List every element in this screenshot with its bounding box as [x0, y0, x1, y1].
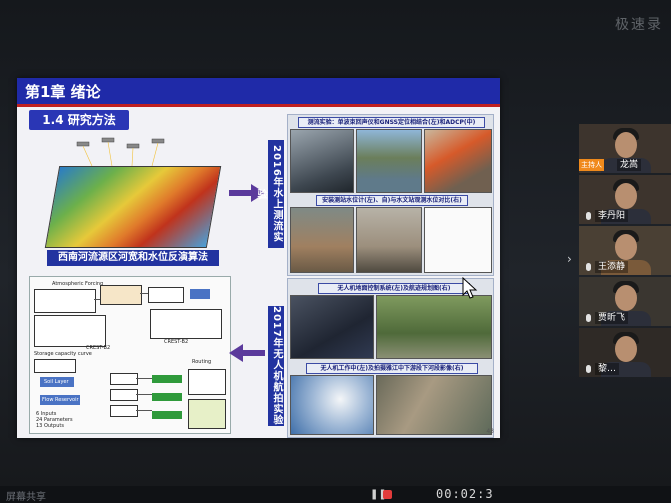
participant-name: 龙嵩	[617, 159, 642, 171]
photo-riverbank	[356, 207, 422, 273]
photo-flight-plan	[376, 295, 492, 359]
arrow-left-icon	[229, 344, 265, 362]
diagram-line	[136, 378, 152, 379]
mouse-cursor-icon	[462, 277, 478, 299]
map-caption: 西南河流源区河宽和水位反演算法	[47, 250, 219, 266]
diagram-green-box	[152, 411, 182, 419]
diagram-box	[188, 399, 226, 429]
diagram-line	[136, 394, 152, 395]
diagram-box	[100, 285, 142, 305]
diagram-blue-box	[190, 289, 210, 299]
bottom-toolbar: 屏幕共享 ❚❚ 00:02:3	[0, 486, 671, 503]
panel-caption: 无人机地面控制系统(左)及航迹规划图(右)	[318, 283, 470, 294]
participant-sidebar: 主持人 龙嵩 李丹阳 王添静 贾昕飞 黎…	[579, 124, 671, 379]
diagram-line	[140, 293, 148, 294]
diagram-label-cbers2: CREST-B2	[86, 345, 111, 351]
avatar	[615, 183, 637, 209]
photo-panel-2017: 无人机地面控制系统(左)及航迹规划图(右) 无人机工作中(左)及拍摄雅江中下游段…	[287, 278, 494, 438]
diagram-label-cbers1: CREST-B2	[164, 339, 189, 345]
participant-name: 李丹阳	[595, 210, 629, 222]
participant-tile[interactable]: 李丹阳	[579, 175, 671, 224]
header-divider	[17, 104, 500, 107]
diagram-label-storage: Storage capacity curve	[34, 351, 92, 357]
photo-drone-sky	[290, 375, 374, 435]
photo-boat-crew	[424, 129, 492, 193]
diagram-box	[34, 315, 106, 347]
screen-share-label[interactable]: 屏幕共享	[6, 488, 46, 503]
avatar	[615, 285, 637, 311]
diagram-line	[94, 299, 100, 300]
diagram-label-reservoir: Flow Reservoir	[42, 397, 79, 403]
banner-2016: 2016年水上测流实验	[255, 140, 284, 248]
diagram-label-soil: Soil Layer	[44, 379, 69, 385]
participant-name: 王添静	[595, 261, 629, 273]
crest-model-diagram: Atmospheric Forcing CREST-B2 Storage cap…	[29, 276, 231, 434]
participant-name: 贾昕飞	[595, 312, 629, 324]
panel-caption: 无人机工作中(左)及拍摄雅江中下游段下河段影像(右)	[306, 363, 478, 374]
diagram-label-routing: Routing	[192, 359, 212, 365]
panel-caption: 测流实验：单波束回声仪和GNSS定位相结合(左)和ADCP(中)	[298, 117, 485, 128]
banner-2017: 2017年无人机航拍实验	[268, 306, 284, 426]
participant-tile[interactable]: 贾昕飞	[579, 277, 671, 326]
diagram-box	[110, 405, 138, 417]
tibet-plateau-map	[44, 166, 222, 248]
panel-caption: 安装测站水位计(左)、自)与水文站观测水位对比(右)	[316, 195, 468, 206]
diagram-box	[34, 359, 76, 373]
diagram-label-outputs: 6 Inputs 24 Parameters 13 Outputs	[36, 411, 73, 429]
diagram-green-box	[152, 375, 182, 383]
diagram-box	[188, 369, 226, 395]
participant-tile[interactable]: 王添静	[579, 226, 671, 275]
photo-river-aerial	[376, 375, 492, 435]
participant-name: 黎…	[595, 363, 620, 375]
diagram-box	[34, 289, 96, 313]
microphone-icon	[586, 212, 591, 220]
avatar	[615, 132, 637, 158]
avatar	[615, 234, 637, 260]
diagram-box	[110, 373, 138, 385]
diagram-label-forcing: Atmospheric Forcing	[52, 281, 104, 287]
recording-timer: 00:02:3	[436, 487, 494, 501]
diagram-box	[110, 389, 138, 401]
photo-boat-device	[290, 129, 354, 193]
diagram-box	[150, 309, 222, 339]
photo-river-valley	[356, 129, 422, 193]
host-badge: 主持人	[579, 159, 604, 171]
microphone-icon	[586, 314, 591, 322]
microphone-icon	[586, 365, 591, 373]
photo-water-gauge	[290, 207, 354, 273]
collapse-sidebar-chevron-icon[interactable]: ›	[567, 252, 572, 266]
shared-slide: 第1章 绪论 1.4 研究方法 西南河流源区河宽和水位反演算法 Atmosphe…	[17, 78, 500, 438]
participant-tile[interactable]: 黎…	[579, 328, 671, 377]
avatar	[615, 336, 637, 362]
slide-page-number: 43	[486, 428, 494, 435]
photo-panel-2016: 测流实验：单波束回声仪和GNSS定位相结合(左)和ADCP(中) 安装测站水位计…	[287, 114, 494, 276]
section-badge: 1.4 研究方法	[29, 110, 129, 130]
recording-label: 极速录	[615, 17, 663, 33]
diagram-green-box	[152, 393, 182, 401]
photo-drone-ground-station	[290, 295, 374, 359]
photo-water-level-chart	[424, 207, 492, 273]
satellite-icons	[76, 137, 165, 166]
slide-header: 第1章 绪论	[17, 78, 500, 104]
diagram-box	[148, 287, 184, 303]
participant-tile[interactable]: 主持人 龙嵩	[579, 124, 671, 173]
chapter-title: 第1章 绪论	[25, 83, 101, 101]
microphone-icon	[586, 263, 591, 271]
stop-recording-button[interactable]	[383, 490, 392, 499]
diagram-line	[136, 410, 152, 411]
